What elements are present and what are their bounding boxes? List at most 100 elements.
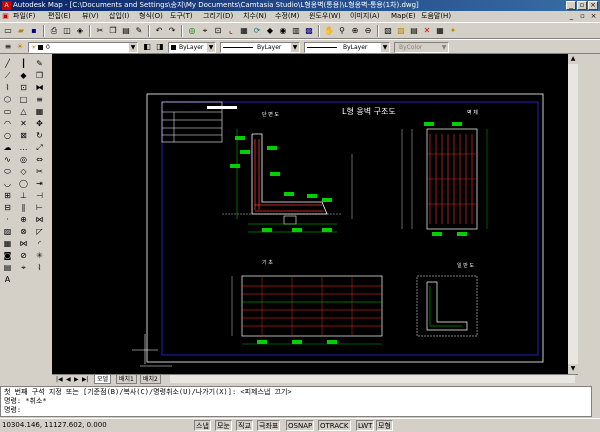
close-button[interactable]: × xyxy=(588,1,598,10)
osnap-icon[interactable]: ⊡ xyxy=(212,25,224,37)
drawing-canvas[interactable]: L형 옹벽 구조도 단 면 도 벽 체 기 초 일 반 도 xyxy=(52,54,568,374)
scale-icon[interactable]: ⤢ xyxy=(34,142,45,153)
ellipse-arc-icon[interactable]: ◡ xyxy=(2,178,13,189)
menu-draw[interactable]: 그리기(D) xyxy=(203,11,233,22)
print-preview-icon[interactable]: ◫ xyxy=(61,25,73,37)
maximize-button[interactable]: ▫ xyxy=(577,1,587,10)
snap-nearest-icon[interactable]: ⋈ xyxy=(18,238,29,249)
help-icon[interactable]: ✦ xyxy=(447,25,459,37)
snap-tangent-icon[interactable]: ◯ xyxy=(18,178,29,189)
snap-endpoint-icon[interactable]: □ xyxy=(18,94,29,105)
break-point-icon[interactable]: ⊣ xyxy=(34,190,45,201)
mtext-icon[interactable]: A xyxy=(2,274,13,285)
vertical-scrollbar[interactable]: ▲ ▼ xyxy=(568,54,578,374)
stretch-icon[interactable]: ⇔ xyxy=(34,154,45,165)
scroll-up-button[interactable]: ▲ xyxy=(568,54,578,64)
dropdown-arrow-icon[interactable]: ▼ xyxy=(291,43,299,52)
layer-previous-icon[interactable]: ◨ xyxy=(154,41,166,53)
trim-icon[interactable]: ✂ xyxy=(34,166,45,177)
paste-icon[interactable]: ▤ xyxy=(120,25,132,37)
undo-icon[interactable]: ↶ xyxy=(153,25,165,37)
menu-modify[interactable]: 수정(M) xyxy=(275,11,299,22)
array-icon[interactable]: ▦ xyxy=(34,106,45,117)
dropdown-arrow-icon[interactable]: ▼ xyxy=(207,43,215,52)
publish-icon[interactable]: ◈ xyxy=(74,25,86,37)
menu-window[interactable]: 윈도우(W) xyxy=(309,11,341,22)
command-scrollbar[interactable] xyxy=(592,386,600,417)
revcloud-icon[interactable]: ☁ xyxy=(2,142,13,153)
scroll-down-button[interactable]: ▼ xyxy=(568,364,578,374)
properties-icon[interactable]: ▧ xyxy=(382,25,394,37)
menu-tools[interactable]: 도구(T) xyxy=(170,11,193,22)
rectangle-icon[interactable]: ▭ xyxy=(2,106,13,117)
menu-format[interactable]: 형식(O) xyxy=(139,11,163,22)
snap-intersection-icon[interactable]: ✕ xyxy=(18,118,29,129)
ortho-toggle[interactable]: 직교 xyxy=(236,420,253,431)
break-icon[interactable]: ⊢ xyxy=(34,202,45,213)
grid-toggle[interactable]: 모눈 xyxy=(215,420,232,431)
circle-icon[interactable]: ○ xyxy=(2,130,13,141)
new-file-icon[interactable]: ▭ xyxy=(2,25,14,37)
ucs-icon[interactable]: ⌞ xyxy=(225,25,237,37)
zoom-realtime-icon[interactable]: ⚲ xyxy=(336,25,348,37)
arc-icon[interactable]: ◠ xyxy=(2,118,13,129)
menu-edit[interactable]: 편집(E) xyxy=(48,11,71,22)
explode-icon[interactable]: ✳ xyxy=(34,250,45,261)
line-icon[interactable]: ╱ xyxy=(2,58,13,69)
refresh-icon[interactable]: ⟳ xyxy=(251,25,263,37)
chamfer-icon[interactable]: ◸ xyxy=(34,226,45,237)
snap-perpendicular-icon[interactable]: ⊥ xyxy=(18,190,29,201)
pan-icon[interactable]: ✋ xyxy=(323,25,335,37)
menu-file[interactable]: 파일(F) xyxy=(13,11,35,22)
render-icon[interactable]: ◆ xyxy=(264,25,276,37)
ellipse-icon[interactable]: ⬭ xyxy=(2,166,13,177)
snap-midpoint-icon[interactable]: △ xyxy=(18,106,29,117)
inquiry-icon[interactable]: ▦ xyxy=(238,25,250,37)
doc-minimize-button[interactable]: _ xyxy=(567,12,576,21)
hyperlink-icon[interactable]: ◎ xyxy=(186,25,198,37)
menu-view[interactable]: 뷰(V) xyxy=(82,11,99,22)
layer-manager-icon[interactable]: ≡ xyxy=(2,41,14,53)
xline-icon[interactable]: ⟋ xyxy=(2,70,13,81)
dropdown-arrow-icon[interactable]: ▼ xyxy=(381,43,389,52)
redo-icon[interactable]: ↷ xyxy=(166,25,178,37)
region-icon[interactable]: ◙ xyxy=(2,250,13,261)
snap-parallel-icon[interactable]: ∥ xyxy=(18,202,29,213)
snap-extension-icon[interactable]: … xyxy=(18,142,29,153)
move-icon[interactable]: ✥ xyxy=(34,118,45,129)
dropdown-arrow-icon[interactable]: ▼ xyxy=(129,43,137,52)
offset-icon[interactable]: ≡ xyxy=(34,94,45,105)
object-snap-icon[interactable]: ⊡ xyxy=(18,82,29,93)
gradient-icon[interactable]: ▦ xyxy=(2,238,13,249)
extend-icon[interactable]: ⇥ xyxy=(34,178,45,189)
doc-close-button[interactable]: × xyxy=(589,12,598,21)
table-icon[interactable]: ▤ xyxy=(2,262,13,273)
snap-apparent-icon[interactable]: ⊠ xyxy=(18,130,29,141)
grip-icon[interactable]: ┃ xyxy=(18,58,29,69)
copy-object-icon[interactable]: ❐ xyxy=(34,70,45,81)
cut-icon[interactable]: ✂ xyxy=(94,25,106,37)
save-icon[interactable]: ▪ xyxy=(28,25,40,37)
snap-quadrant-icon[interactable]: ◇ xyxy=(18,166,29,177)
osnap-settings-icon[interactable]: ⌖ xyxy=(18,262,29,273)
sheet-set-icon[interactable]: ▤ xyxy=(408,25,420,37)
menu-map[interactable]: Map(E) xyxy=(391,11,416,22)
linetype-dropdown[interactable]: ByLayer ▼ xyxy=(220,42,300,53)
fillet-icon[interactable]: ◜ xyxy=(34,238,45,249)
hatch-icon[interactable]: ▨ xyxy=(2,226,13,237)
insert-block-icon[interactable]: ⊞ xyxy=(2,190,13,201)
match-properties-icon[interactable]: ✎ xyxy=(133,25,145,37)
pedit-icon[interactable]: ⌇ xyxy=(34,262,45,273)
join-icon[interactable]: ⋈ xyxy=(34,214,45,225)
menu-dimension[interactable]: 치수(N) xyxy=(243,11,267,22)
spline-icon[interactable]: ∿ xyxy=(2,154,13,165)
tool-palette-icon[interactable]: ▨ xyxy=(395,25,407,37)
calculator-icon[interactable]: ▦ xyxy=(434,25,446,37)
snap-from-icon[interactable]: ⌖ xyxy=(199,25,211,37)
markup-icon[interactable]: ✕ xyxy=(421,25,433,37)
minimize-button[interactable]: _ xyxy=(566,1,576,10)
camera-icon[interactable]: ◉ xyxy=(277,25,289,37)
lineweight-dropdown[interactable]: ByLayer ▼ xyxy=(304,42,390,53)
menu-image[interactable]: 이미지(A) xyxy=(350,11,380,22)
copy-icon[interactable]: ❐ xyxy=(107,25,119,37)
